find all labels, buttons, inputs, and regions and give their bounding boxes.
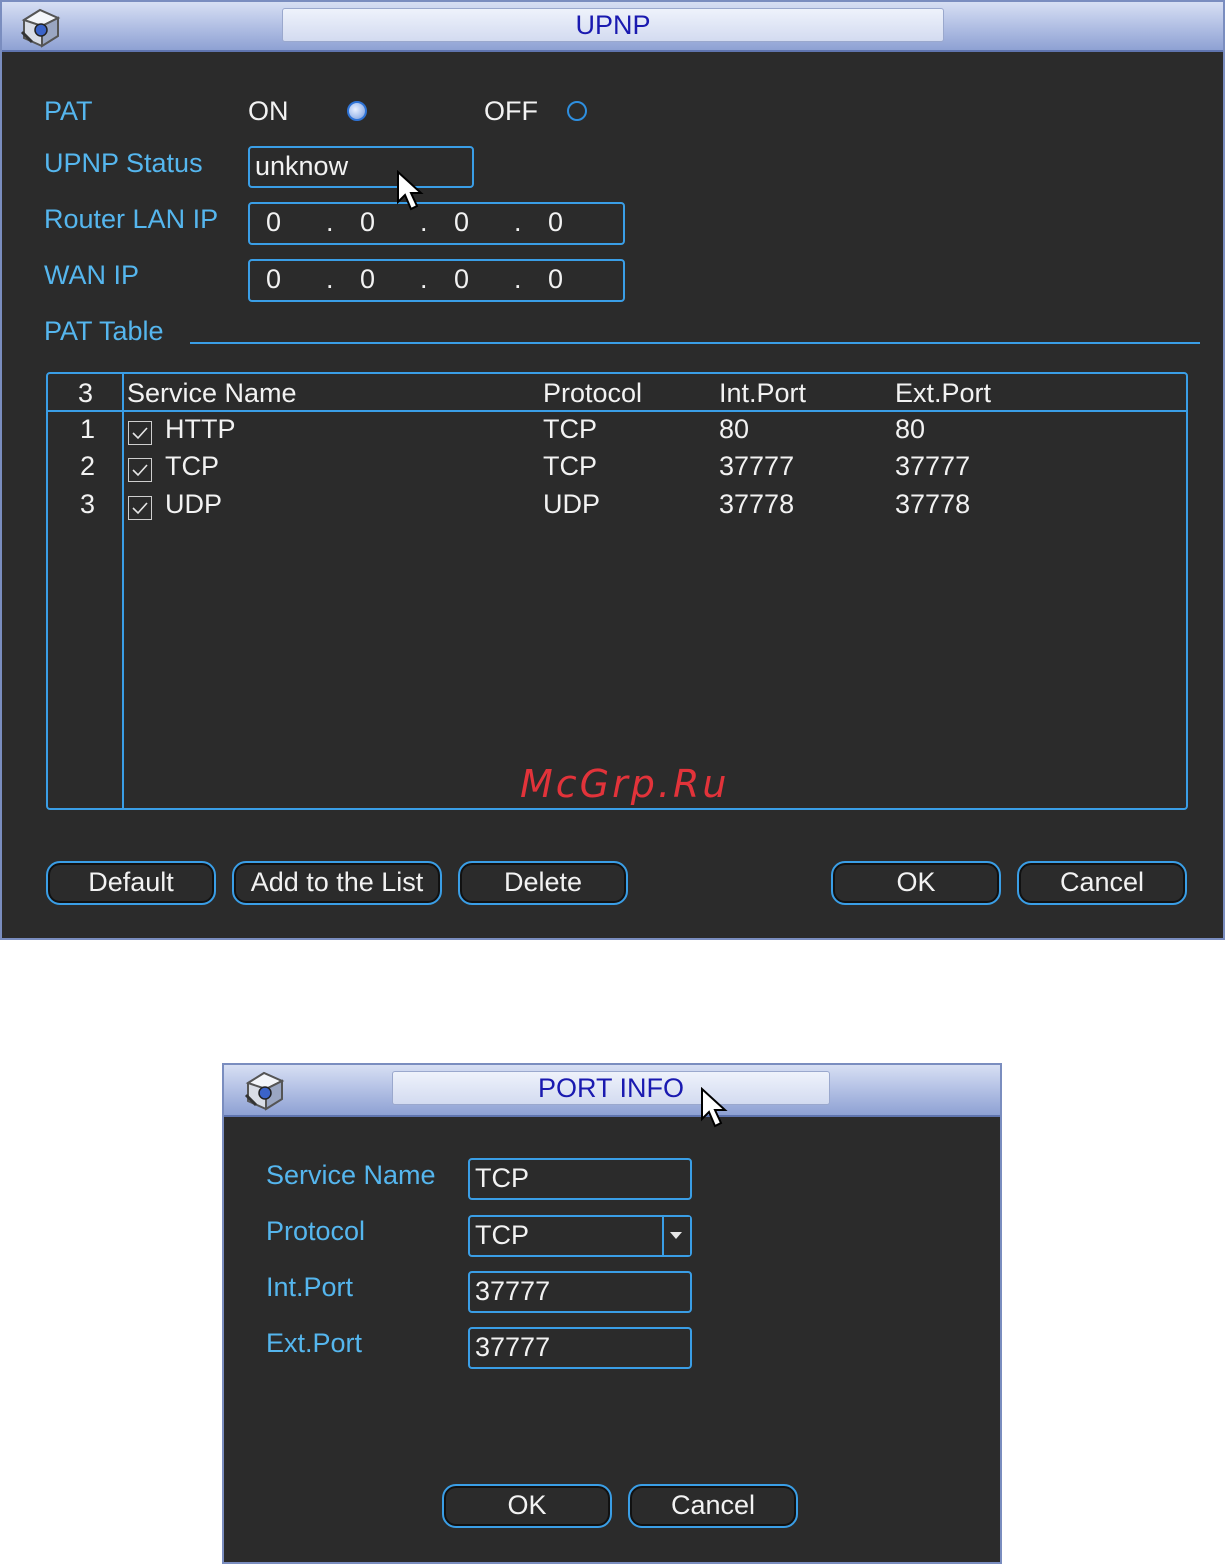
- checkbox-checked-icon[interactable]: [128, 458, 152, 482]
- wan-ip-octet-1: 0: [266, 264, 282, 294]
- int-port-input[interactable]: 37777: [468, 1271, 692, 1313]
- pat-label: PAT: [44, 96, 93, 126]
- app-logo-icon: [244, 1071, 285, 1111]
- table-count: 3: [78, 378, 94, 408]
- router-lan-ip-field[interactable]: 0 . 0 . 0 . 0: [248, 202, 625, 245]
- port-info-dialog: PORT INFO Service Name TCP Protocol TCP …: [222, 1063, 1002, 1564]
- checkbox-checked-icon[interactable]: [128, 496, 152, 520]
- router-lan-ip-label: Router LAN IP: [44, 204, 219, 234]
- row-service-name: UDP: [165, 489, 223, 519]
- protocol-label: Protocol: [266, 1216, 366, 1246]
- mouse-pointer-icon: [397, 170, 424, 211]
- row-index: 3: [80, 489, 96, 519]
- ip-dot: .: [326, 207, 334, 237]
- int-port-label: Int.Port: [266, 1272, 354, 1302]
- checkbox-checked-icon[interactable]: [128, 421, 152, 445]
- cancel-button[interactable]: Cancel: [1017, 861, 1187, 905]
- app-logo-icon: [20, 8, 61, 48]
- pat-table-divider: [190, 342, 1200, 344]
- upnp-title: UPNP: [282, 8, 944, 42]
- table-row[interactable]: 3 UDP UDP 37778 37778: [48, 487, 1186, 524]
- protocol-selected-value: TCP: [475, 1220, 529, 1250]
- row-service-name: HTTP: [165, 414, 236, 444]
- pat-off-label: OFF: [484, 96, 538, 126]
- ok-button[interactable]: OK: [831, 861, 1001, 905]
- wan-ip-octet-4: 0: [548, 264, 564, 294]
- default-button[interactable]: Default: [46, 861, 216, 905]
- dropdown-arrow-icon[interactable]: [662, 1217, 690, 1255]
- protocol-select[interactable]: TCP: [468, 1215, 692, 1257]
- router-ip-octet-2: 0: [360, 207, 376, 237]
- router-ip-octet-3: 0: [454, 207, 470, 237]
- row-index: 2: [80, 451, 96, 481]
- row-int-port: 80: [719, 414, 750, 444]
- row-ext-port: 37777: [895, 451, 971, 481]
- wan-ip-field[interactable]: 0 . 0 . 0 . 0: [248, 259, 625, 302]
- table-row[interactable]: 1 HTTP TCP 80 80: [48, 412, 1186, 449]
- row-ext-port: 80: [895, 414, 926, 444]
- ip-dot: .: [514, 264, 522, 294]
- pat-on-radio[interactable]: [347, 101, 367, 121]
- pat-table: 3 Service Name Protocol Int.Port Ext.Por…: [46, 372, 1188, 810]
- header-int-port[interactable]: Int.Port: [719, 378, 806, 409]
- service-name-label: Service Name: [266, 1160, 436, 1190]
- upnp-titlebar: UPNP: [2, 2, 1223, 52]
- router-ip-octet-4: 0: [548, 207, 564, 237]
- add-to-list-button[interactable]: Add to the List: [232, 861, 442, 905]
- pat-off-radio[interactable]: [567, 101, 587, 121]
- ext-port-label: Ext.Port: [266, 1328, 363, 1358]
- row-int-port: 37778: [719, 489, 795, 519]
- router-ip-octet-1: 0: [266, 207, 282, 237]
- row-index: 1: [80, 414, 96, 444]
- delete-button[interactable]: Delete: [458, 861, 628, 905]
- watermark: McGrp.Ru: [520, 762, 730, 806]
- pat-on-label: ON: [248, 96, 289, 126]
- ip-dot: .: [420, 264, 428, 294]
- row-protocol: TCP: [543, 414, 597, 444]
- pat-table-title: PAT Table: [44, 316, 164, 346]
- port-info-cancel-button[interactable]: Cancel: [628, 1484, 798, 1528]
- mouse-pointer-icon: [701, 1087, 728, 1128]
- port-info-titlebar: PORT INFO: [224, 1065, 1000, 1117]
- header-protocol[interactable]: Protocol: [543, 378, 642, 409]
- service-name-input[interactable]: TCP: [468, 1158, 692, 1200]
- row-protocol: UDP: [543, 489, 601, 519]
- header-ext-port[interactable]: Ext.Port: [895, 378, 991, 409]
- wan-ip-label: WAN IP: [44, 260, 140, 290]
- wan-ip-octet-3: 0: [454, 264, 470, 294]
- table-row[interactable]: 2 TCP TCP 37777 37777: [48, 449, 1186, 486]
- port-info-ok-button[interactable]: OK: [442, 1484, 612, 1528]
- upnp-status-label: UPNP Status: [44, 148, 203, 178]
- header-service-name[interactable]: Service Name: [127, 378, 297, 409]
- upnp-dialog: UPNP PAT ON OFF UPNP Status unknow Route…: [0, 0, 1225, 940]
- port-info-title: PORT INFO: [392, 1071, 830, 1105]
- row-ext-port: 37778: [895, 489, 971, 519]
- row-service-name: TCP: [165, 451, 219, 481]
- row-int-port: 37777: [719, 451, 795, 481]
- row-protocol: TCP: [543, 451, 597, 481]
- ext-port-input[interactable]: 37777: [468, 1327, 692, 1369]
- wan-ip-octet-2: 0: [360, 264, 376, 294]
- ip-dot: .: [514, 207, 522, 237]
- upnp-status-field: unknow: [248, 146, 474, 188]
- ip-dot: .: [326, 264, 334, 294]
